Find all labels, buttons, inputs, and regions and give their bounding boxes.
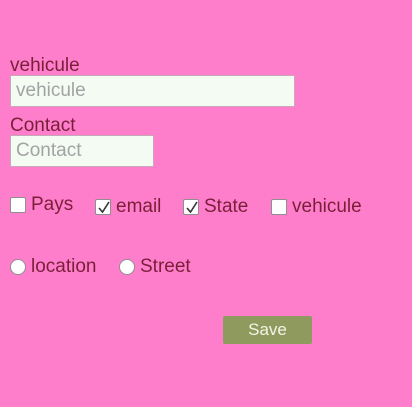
checkbox-option-email[interactable]: email — [95, 196, 161, 218]
checkbox-option-vehicule[interactable]: vehicule — [271, 196, 362, 218]
radio-label-street: Street — [140, 256, 191, 277]
checkmark-icon — [186, 201, 198, 214]
checkbox-option-pays[interactable]: Pays — [10, 194, 73, 216]
checkbox-label-state: State — [204, 196, 249, 217]
save-button[interactable]: Save — [223, 316, 312, 344]
checkbox-label-pays: Pays — [31, 194, 74, 215]
checkbox-label-email: email — [116, 196, 162, 217]
checkmark-icon — [98, 201, 110, 214]
vehicule-input[interactable] — [10, 75, 295, 107]
radio-location[interactable] — [10, 259, 26, 275]
checkbox-pays[interactable] — [10, 197, 26, 213]
checkbox-email[interactable] — [95, 199, 111, 215]
vehicule-label: vehicule — [10, 55, 80, 76]
checkbox-state[interactable] — [183, 199, 199, 215]
checkbox-label-vehicule: vehicule — [292, 196, 362, 217]
radio-street[interactable] — [119, 259, 135, 275]
checkbox-option-state[interactable]: State — [183, 196, 248, 218]
checkbox-vehicule[interactable] — [271, 199, 287, 215]
contact-input[interactable] — [10, 135, 154, 167]
contact-label: Contact — [10, 115, 76, 136]
radio-option-location[interactable]: location — [10, 256, 97, 278]
radio-label-location: location — [31, 256, 97, 277]
radio-option-street[interactable]: Street — [119, 256, 191, 278]
